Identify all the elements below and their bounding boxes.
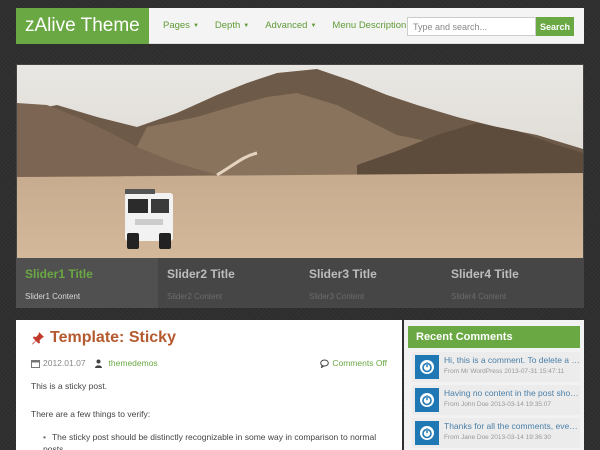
avatar <box>415 355 439 379</box>
caret-down-icon: ▼ <box>310 23 317 29</box>
nav-item-menu-description[interactable]: Menu Description <box>332 8 406 44</box>
post-title[interactable]: Template: Sticky <box>50 329 176 347</box>
sticky-post: Template: Sticky 2012.01.07 themedemos C… <box>16 320 402 450</box>
caret-down-icon: ▼ <box>192 23 199 29</box>
slider-title: Slider1 Title <box>25 267 93 281</box>
post-title-row: Template: Sticky <box>31 329 387 347</box>
calendar-icon <box>31 359 40 368</box>
post-list-item: The sticky post should be distinctly rec… <box>43 431 387 450</box>
nav-item-pages[interactable]: Pages ▼ <box>163 8 199 44</box>
avatar <box>415 421 439 445</box>
comment-body: Thanks for all the comments, everyone! F… <box>444 418 580 448</box>
search-button[interactable]: Search <box>536 17 574 36</box>
post-meta: 2012.01.07 themedemos Comments Off <box>31 358 387 368</box>
slider-title: Slider2 Title <box>167 267 235 281</box>
recent-comments-list: Hi, this is a comment. To delete a comme… <box>412 352 580 450</box>
nav-item-advanced[interactable]: Advanced ▼ <box>265 8 316 44</box>
main-nav: Pages ▼ Depth ▼ Advanced ▼ Menu Description <box>163 8 422 44</box>
slider-tab-2[interactable]: Slider2 Title Slider2 Content <box>158 258 300 308</box>
comment-item[interactable]: Hi, this is a comment. To delete a comme… <box>412 352 580 382</box>
slider-content: Slider1 Content <box>25 292 81 301</box>
post-list: The sticky post should be distinctly rec… <box>31 431 387 450</box>
comment-bubble-icon <box>320 359 330 368</box>
post-author[interactable]: themedemos <box>109 358 158 368</box>
comment-meta: From Mr WordPress 2013-07-31 15:47:11 <box>444 368 565 375</box>
search-input[interactable] <box>407 17 536 36</box>
post-comments-link[interactable]: Comments Off <box>320 358 387 368</box>
image-slider: Slider1 Title Slider1 Content Slider2 Ti… <box>16 64 584 308</box>
desert-mountains-jeep-photo <box>17 65 583 258</box>
slider-title: Slider3 Title <box>309 267 377 281</box>
post-comments: Comments Off <box>332 358 387 368</box>
comment-item[interactable]: Thanks for all the comments, everyone! F… <box>412 418 580 448</box>
comment-meta: From John Doe 2013-03-14 19:35:07 <box>444 401 551 408</box>
post-date: 2012.01.07 <box>43 358 86 368</box>
post-paragraph: This is a sticky post. <box>31 381 108 391</box>
slider-tab-3[interactable]: Slider3 Title Slider3 Content <box>300 258 442 308</box>
pushpin-icon <box>32 332 44 345</box>
widget-title: Recent Comments <box>408 326 580 348</box>
caret-down-icon: ▼ <box>243 23 250 29</box>
comment-meta: From Jane Doe 2013-03-14 19:36:30 <box>444 434 551 441</box>
slider-tabs: Slider1 Title Slider1 Content Slider2 Ti… <box>16 258 584 308</box>
post-content: This is a sticky post. There are a few t… <box>31 380 387 450</box>
post-paragraph: There are a few things to verify: <box>31 409 151 419</box>
power-icon <box>420 393 434 407</box>
comment-body: Having no content in the post should Fro… <box>444 385 580 415</box>
comment-item[interactable]: Having no content in the post should Fro… <box>412 385 580 415</box>
slider-title: Slider4 Title <box>451 267 519 281</box>
comment-body: Hi, this is a comment. To delete a comme… <box>444 352 580 382</box>
user-icon <box>94 359 102 368</box>
slider-tab-4[interactable]: Slider4 Title Slider4 Content <box>442 258 584 308</box>
slider-image[interactable] <box>17 65 583 258</box>
power-icon <box>420 426 434 440</box>
slider-tab-1[interactable]: Slider1 Title Slider1 Content <box>16 258 158 308</box>
slider-content: Slider3 Content <box>309 292 365 301</box>
nav-item-depth[interactable]: Depth ▼ <box>215 8 249 44</box>
comment-text: Thanks for all the comments, everyone! <box>444 421 580 431</box>
sidebar: Recent Comments Hi, this is a comment. T… <box>404 320 584 450</box>
avatar <box>415 388 439 412</box>
site-header: zAlive Theme Pages ▼ Depth ▼ Advanced ▼ Men… <box>16 8 584 44</box>
slider-content: Slider4 Content <box>451 292 507 301</box>
comment-text: Having no content in the post should <box>444 388 580 398</box>
power-icon <box>420 360 434 374</box>
comment-text: Hi, this is a comment. To delete a comme… <box>444 355 580 365</box>
slider-content: Slider2 Content <box>167 292 223 301</box>
site-logo[interactable]: zAlive Theme <box>16 8 149 44</box>
